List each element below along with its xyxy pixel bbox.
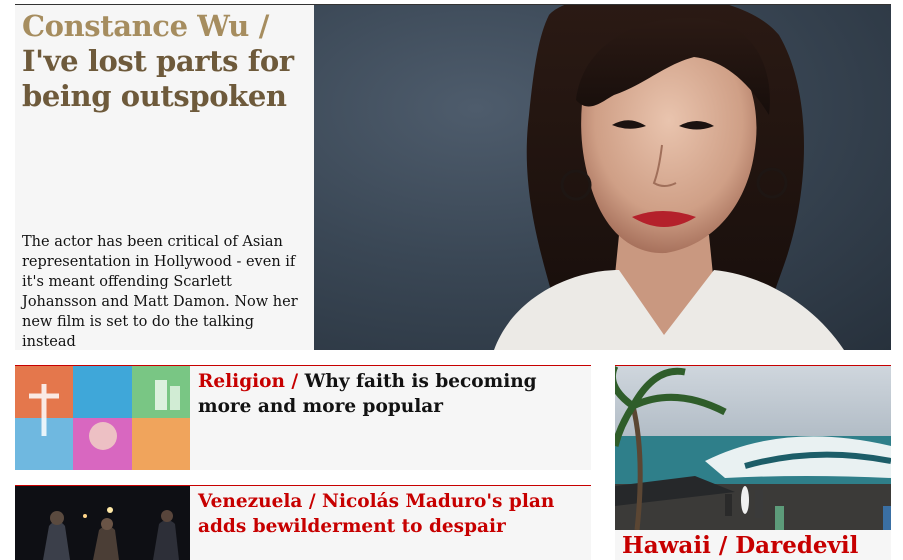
kicker-separator: / bbox=[249, 9, 270, 43]
religion-thumbnail bbox=[15, 366, 190, 470]
featured-standfirst: The actor has been critical of Asian rep… bbox=[22, 234, 298, 350]
featured-photo[interactable] bbox=[314, 5, 891, 350]
religion-story-card[interactable]: Religion / Why faith is becoming more an… bbox=[15, 366, 591, 470]
kicker-separator: / bbox=[284, 371, 305, 392]
hawaii-story-card[interactable]: Hawaii / Daredevil bbox=[615, 366, 891, 560]
featured-headline-text: I've lost parts for being outspoken bbox=[22, 44, 294, 113]
hawaii-headline[interactable]: Hawaii / Daredevil bbox=[622, 530, 858, 560]
venezuela-headline[interactable]: Venezuela / Nicolás Maduro's plan adds b… bbox=[198, 489, 567, 539]
kicker-separator: / bbox=[710, 532, 736, 559]
religion-headline[interactable]: Religion / Why faith is becoming more an… bbox=[198, 369, 567, 419]
religion-collage-image bbox=[15, 366, 190, 470]
featured-kicker: Constance Wu bbox=[22, 9, 249, 43]
featured-story-card[interactable]: Constance Wu / I've lost parts for being… bbox=[15, 5, 891, 350]
featured-headline[interactable]: Constance Wu / I've lost parts for being… bbox=[22, 9, 307, 114]
religion-kicker: Religion bbox=[198, 371, 285, 392]
venezuela-thumbnail bbox=[15, 486, 190, 560]
venezuela-photo-image bbox=[15, 486, 190, 560]
hawaii-kicker: Hawaii bbox=[622, 532, 711, 559]
venezuela-story-card[interactable]: Venezuela / Nicolás Maduro's plan adds b… bbox=[15, 486, 591, 560]
hawaii-photo bbox=[615, 366, 891, 530]
portrait-image bbox=[494, 5, 844, 350]
hawaii-headline-text: Daredevil bbox=[735, 532, 859, 559]
kicker-separator: / bbox=[302, 491, 323, 512]
venezuela-kicker: Venezuela bbox=[198, 491, 303, 512]
hawaii-surf-image bbox=[615, 366, 891, 530]
